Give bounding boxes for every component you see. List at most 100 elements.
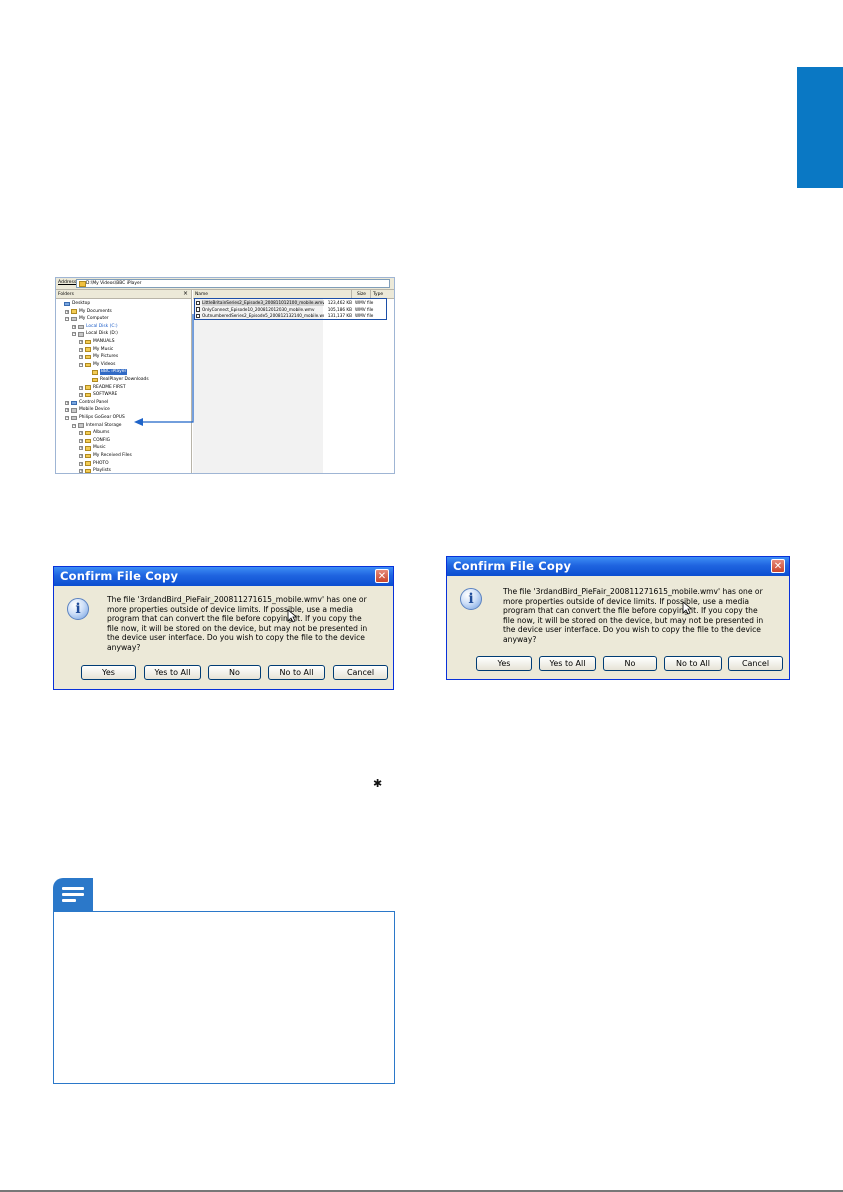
column-name[interactable]: Name (195, 292, 208, 297)
tree-item[interactable]: + README FIRST (79, 385, 126, 391)
tree-item[interactable]: − My Computer (65, 316, 109, 322)
close-pane-icon[interactable]: × (183, 290, 188, 297)
tree-item[interactable]: + My Received Files (79, 453, 132, 459)
folder-icon (85, 453, 91, 459)
tree-item-label: Desktop (72, 301, 91, 306)
tree-item-label: CONFIG (93, 437, 111, 443)
cancel-button[interactable]: Cancel (333, 665, 388, 680)
folder-icon (85, 461, 91, 466)
collapse-icon[interactable]: − (65, 416, 69, 420)
folder-icon (78, 324, 84, 330)
tree-item[interactable]: + Music (79, 445, 106, 451)
collapse-icon[interactable]: − (72, 423, 76, 428)
file-row[interactable]: OutnumberedSeries2_Episode5_200812132140… (196, 313, 373, 319)
yes-to-all-button[interactable]: Yes to All (539, 656, 596, 671)
folders-label: Folders (58, 291, 74, 297)
folder-icon (92, 370, 98, 375)
address-bar: Address D:\My Videos\BBC iPlayer (56, 278, 394, 290)
tree-item-label: PHOTO (93, 460, 109, 466)
no-button[interactable]: No (208, 665, 261, 680)
expand-icon[interactable]: + (79, 461, 83, 466)
tree-item[interactable]: + CONFIG (79, 438, 110, 444)
expand-icon[interactable]: + (79, 355, 83, 360)
tree-item[interactable]: + Playlists (79, 468, 111, 473)
tree-item[interactable]: − Local Disk (D:) (72, 331, 118, 337)
dialog-message: The file '3rdandBird_PieFair_20081127161… (107, 595, 368, 652)
confirm-file-copy-dialog: Confirm File Copy ✕ i The file '3rdandBi… (446, 556, 790, 680)
tree-item[interactable]: + Control Panel (65, 400, 108, 406)
tree-item[interactable]: BBC iPlayer (86, 369, 128, 376)
tree-item[interactable]: + MANUALS (79, 339, 115, 345)
tree-item[interactable]: + My Music (79, 347, 113, 353)
close-icon[interactable]: ✕ (375, 569, 389, 583)
tree-item[interactable]: − Internal Storage (72, 423, 122, 429)
expand-icon[interactable]: + (79, 469, 83, 473)
expand-icon[interactable]: + (65, 309, 69, 314)
collapse-icon[interactable]: − (72, 332, 76, 337)
address-field[interactable]: D:\My Videos\BBC iPlayer (76, 279, 390, 288)
tree-item[interactable]: + PHOTO (79, 461, 109, 467)
folder-icon (78, 423, 84, 428)
folder-icon (78, 332, 84, 337)
tree-item-label: Mobile Device (79, 407, 110, 413)
tree-item[interactable]: Desktop (58, 301, 90, 307)
folder-icon (92, 377, 98, 383)
column-type[interactable]: Type (373, 292, 383, 297)
close-icon[interactable]: ✕ (771, 559, 785, 573)
tree-item[interactable]: + My Documents (65, 309, 112, 315)
tree-item[interactable]: + SOFTWARE (79, 392, 117, 398)
expand-icon[interactable]: + (79, 393, 83, 398)
tree-item[interactable]: + My Pictures (79, 354, 118, 360)
tree-item[interactable]: − Philips GoGear OPUS (65, 415, 125, 421)
expand-icon[interactable]: + (79, 347, 83, 352)
expand-icon[interactable]: + (72, 324, 76, 329)
file-row[interactable]: LittleBritainSeries2_Episode3_2008110121… (196, 300, 373, 306)
yes-button[interactable]: Yes (476, 656, 532, 671)
confirm-file-copy-dialog: Confirm File Copy ✕ i The file '3rdandBi… (53, 566, 394, 690)
tree-item[interactable]: − My Videos (79, 362, 115, 368)
tree-item[interactable]: + Local Disk (C:) (72, 324, 118, 330)
folder-icon (71, 400, 77, 406)
dialog-title: Confirm File Copy (60, 569, 179, 583)
no-to-all-button[interactable]: No to All (268, 665, 325, 680)
expand-icon[interactable]: + (79, 431, 83, 436)
expand-icon[interactable]: + (79, 446, 83, 451)
folder-icon (79, 281, 86, 287)
expand-icon[interactable]: + (79, 438, 83, 443)
expand-icon[interactable]: + (79, 385, 83, 390)
expand-icon[interactable]: + (79, 454, 83, 458)
folder-icon (85, 362, 91, 368)
tree-item[interactable]: + Mobile Device (65, 407, 110, 413)
video-file-icon (196, 300, 200, 306)
file-row[interactable]: OnlyConnect_Episode10_200812012030_mobil… (196, 307, 373, 313)
tree-item-label: My Videos (93, 361, 116, 367)
gear-icon: ✱ (373, 777, 383, 790)
cancel-button[interactable]: Cancel (728, 656, 783, 671)
folder-icon (85, 446, 91, 451)
tree-item-label: Philips GoGear OPUS (79, 415, 125, 420)
video-file-icon (196, 313, 200, 319)
expand-icon[interactable]: + (79, 340, 83, 344)
expand-icon[interactable]: + (65, 400, 69, 405)
dialog-title-bar: Confirm File Copy ✕ (54, 567, 393, 586)
folder-icon (85, 468, 91, 473)
dialog-title: Confirm File Copy (453, 559, 572, 573)
expand-icon[interactable]: + (65, 408, 69, 413)
tree-item-label: Music (93, 445, 106, 451)
tree-item[interactable]: RealPlayer Downloads (86, 377, 149, 383)
tree-item-label: README FIRST (93, 384, 126, 390)
collapse-icon[interactable]: − (79, 362, 83, 367)
folder-icon (64, 301, 70, 307)
collapse-icon[interactable]: − (65, 317, 69, 322)
yes-to-all-button[interactable]: Yes to All (144, 665, 201, 680)
no-to-all-button[interactable]: No to All (664, 656, 722, 671)
info-icon: i (67, 598, 89, 620)
tree-item[interactable]: + Albums (79, 430, 109, 436)
tree-item-label: Albums (93, 430, 110, 436)
video-file-icon (196, 307, 200, 312)
column-size[interactable]: Size (357, 292, 366, 297)
no-button[interactable]: No (603, 656, 657, 671)
yes-button[interactable]: Yes (81, 665, 136, 680)
dialog-title-bar: Confirm File Copy ✕ (447, 557, 789, 576)
